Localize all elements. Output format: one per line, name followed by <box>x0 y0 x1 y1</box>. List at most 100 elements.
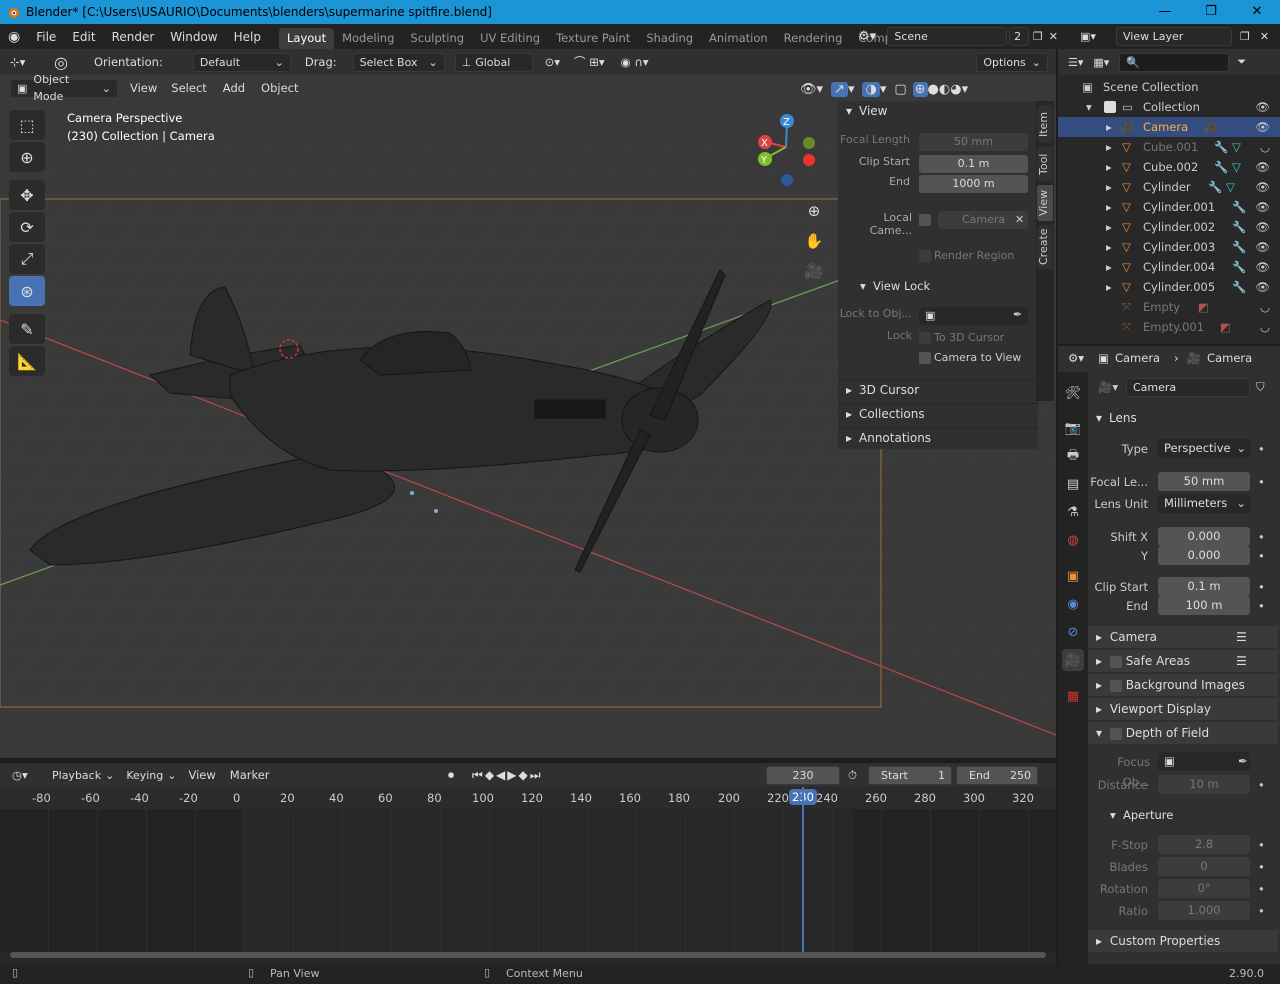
lock-to-object-field[interactable]: ▣ <box>919 307 1028 325</box>
current-frame-field[interactable]: 230 <box>766 765 840 785</box>
new-view-layer-icon[interactable]: ❐ <box>1240 30 1250 43</box>
animate-dot-icon[interactable]: • <box>1258 580 1265 594</box>
maximize-button[interactable]: ❐ <box>1188 0 1234 24</box>
shift-x-field[interactable]: 0.000 <box>1158 527 1250 546</box>
end-frame-field[interactable]: End 250 <box>956 765 1038 785</box>
mesh-data-icon[interactable]: ▽ <box>1226 177 1235 197</box>
camera-data-icon[interactable]: 🎥 <box>1204 117 1218 137</box>
camera-data-tab-icon[interactable]: 🎥 <box>1062 649 1084 671</box>
eye-icon[interactable]: 👁 <box>1255 257 1270 277</box>
play-icon[interactable]: ▶ <box>507 768 518 782</box>
jump-end-icon[interactable]: ⏭ <box>530 768 543 782</box>
outliner-collection[interactable]: ▾ ▭ Collection 👁 <box>1058 97 1280 117</box>
annotations-section[interactable]: ▸ Annotations <box>838 427 1038 447</box>
close-button[interactable]: ✕ <box>1234 0 1280 24</box>
outliner-item-cylinder-003[interactable]: ▸ ▽ Cylinder.003 🔧 👁 <box>1058 237 1280 257</box>
outliner-item-cylinder[interactable]: ▸ ▽ Cylinder 🔧 ▽ 👁 <box>1058 177 1280 197</box>
outliner-item-cylinder-001[interactable]: ▸ ▽ Cylinder.001 🔧 👁 <box>1058 197 1280 217</box>
eyedropper-icon[interactable]: ✒ <box>1238 754 1248 768</box>
local-camera-checkbox[interactable] <box>919 214 931 226</box>
timeline-ruler[interactable]: -80 -60 -40 -20 0 20 40 60 80 100 120 14… <box>0 787 1056 809</box>
menu-render[interactable]: Render <box>104 30 163 44</box>
animate-dot-icon[interactable]: • <box>1258 904 1265 918</box>
depth-of-field-checkbox[interactable] <box>1109 727 1122 740</box>
view-lock-header[interactable]: ▾ View Lock <box>838 279 1038 299</box>
camera-to-view-checkbox[interactable] <box>919 352 931 364</box>
annotate-tool[interactable]: ✎ <box>9 314 45 344</box>
ratio-field[interactable]: 1.000 <box>1158 901 1250 920</box>
tab-rendering[interactable]: Rendering <box>776 28 851 49</box>
shading-rendered-icon[interactable]: ◕ <box>950 82 961 97</box>
eye-closed-icon[interactable]: ◡ <box>1260 317 1270 337</box>
outliner-item-empty-001[interactable]: ⤧ Empty.001 ◩ ◡ <box>1058 317 1280 337</box>
timeline-menu-view[interactable]: View <box>188 768 215 782</box>
snap-icon[interactable]: ⌒ ⊞▾ <box>574 54 605 70</box>
overlay-toggle-icon[interactable]: ◑ <box>862 81 880 97</box>
image-icon[interactable]: ◩ <box>1198 297 1209 317</box>
cursor-tool[interactable]: ⊕ <box>9 142 45 172</box>
navigation-gizmo[interactable]: Z X Y <box>752 112 822 192</box>
animate-dot-icon[interactable]: • <box>1258 442 1265 456</box>
scene-tab-icon[interactable]: ⚗ <box>1062 501 1084 523</box>
animate-dot-icon[interactable]: • <box>1258 778 1265 792</box>
properties-type-icon[interactable]: ⚙▾ <box>1068 351 1084 365</box>
tab-texture-paint[interactable]: Texture Paint <box>548 28 638 49</box>
options-dropdown[interactable]: Options ⌄ <box>976 52 1048 72</box>
blades-field[interactable]: 0 <box>1158 857 1250 876</box>
shift-y-field[interactable]: 0.000 <box>1158 546 1250 565</box>
list-icon[interactable]: ☰ <box>1236 626 1247 648</box>
play-reverse-icon[interactable]: ◀ <box>496 768 507 782</box>
viewport-menu-object[interactable]: Object <box>261 81 298 95</box>
pan-hand-icon[interactable]: ✋ <box>803 226 825 256</box>
animate-dot-icon[interactable]: • <box>1258 599 1265 613</box>
aperture-subsection[interactable]: ▾ Aperture <box>1088 806 1280 826</box>
viewport-display-section[interactable]: ▸ Viewport Display <box>1088 698 1278 720</box>
wrench-icon[interactable]: 🔧 <box>1232 197 1246 217</box>
animate-dot-icon[interactable]: • <box>1258 860 1265 874</box>
orientation-dropdown[interactable]: Default ⌄ <box>192 52 291 72</box>
eye-icon[interactable]: 👁 <box>1255 97 1270 117</box>
wrench-icon[interactable]: 🔧 <box>1232 217 1246 237</box>
rotation-field[interactable]: 0° <box>1158 879 1250 898</box>
shading-solid-icon[interactable]: ● <box>928 82 939 97</box>
safe-areas-checkbox[interactable] <box>1109 655 1122 668</box>
select-box-tool[interactable]: ⬚ <box>9 110 45 140</box>
focus-object-field[interactable]: ▣ <box>1158 752 1250 771</box>
object-mode-dropdown[interactable]: ▣ Object Mode ⌄ <box>10 73 118 103</box>
lens-unit-dropdown[interactable]: Millimeters ⌄ <box>1158 494 1250 513</box>
physics-tab-icon[interactable]: ◉ <box>1062 593 1084 615</box>
delete-scene-icon[interactable]: ✕ <box>1049 30 1058 43</box>
outliner-item-empty[interactable]: ⤧ Empty ◩ ◡ <box>1058 297 1280 317</box>
timeline-area[interactable] <box>0 787 1056 964</box>
image-icon[interactable]: ◩ <box>1220 317 1231 337</box>
type-dropdown[interactable]: Perspective ⌄ <box>1158 439 1250 458</box>
delete-view-layer-icon[interactable]: ✕ <box>1260 30 1269 43</box>
tab-shading[interactable]: Shading <box>638 28 701 49</box>
tab-animation[interactable]: Animation <box>701 28 776 49</box>
eyedropper-icon[interactable]: ✒ <box>1013 308 1022 321</box>
move-tool[interactable]: ✥ <box>9 180 45 210</box>
view-layer-tab-icon[interactable]: ▤ <box>1062 473 1084 495</box>
clip-end-field[interactable]: 100 m <box>1158 596 1250 615</box>
eye-icon[interactable]: 👁 <box>1255 177 1270 197</box>
gizmo-toggle-icon[interactable]: ↗ <box>831 81 848 97</box>
outliner-search-input[interactable]: 🔍 <box>1119 52 1230 72</box>
proportional-edit-icon[interactable]: ◉ ∩▾ <box>621 55 649 69</box>
viewport-menu-add[interactable]: Add <box>223 81 245 95</box>
custom-properties-section[interactable]: ▸ Custom Properties <box>1088 930 1278 952</box>
render-tab-icon[interactable]: 📷 <box>1062 417 1084 439</box>
wrench-icon[interactable]: 🔧 <box>1232 237 1246 257</box>
depth-of-field-section[interactable]: ▾ Depth of Field <box>1088 722 1278 744</box>
scale-tool[interactable]: ⤢ <box>9 244 45 274</box>
keying-dropdown[interactable]: Keying ⌄ <box>120 766 182 785</box>
camera-section[interactable]: ▸ Camera ☰ <box>1088 626 1278 648</box>
world-tab-icon[interactable]: ◍ <box>1062 529 1084 551</box>
mesh-data-icon[interactable]: ▽ <box>1232 137 1241 157</box>
menu-window[interactable]: Window <box>162 30 225 44</box>
animate-dot-icon[interactable]: • <box>1258 838 1265 852</box>
xray-icon[interactable]: ▢ <box>894 82 906 97</box>
shading-options-icon[interactable]: ▾ <box>962 82 969 97</box>
distance-field[interactable]: 10 m <box>1158 775 1250 794</box>
tab-modeling[interactable]: Modeling <box>334 28 402 49</box>
measure-tool[interactable]: 📐 <box>9 346 45 376</box>
